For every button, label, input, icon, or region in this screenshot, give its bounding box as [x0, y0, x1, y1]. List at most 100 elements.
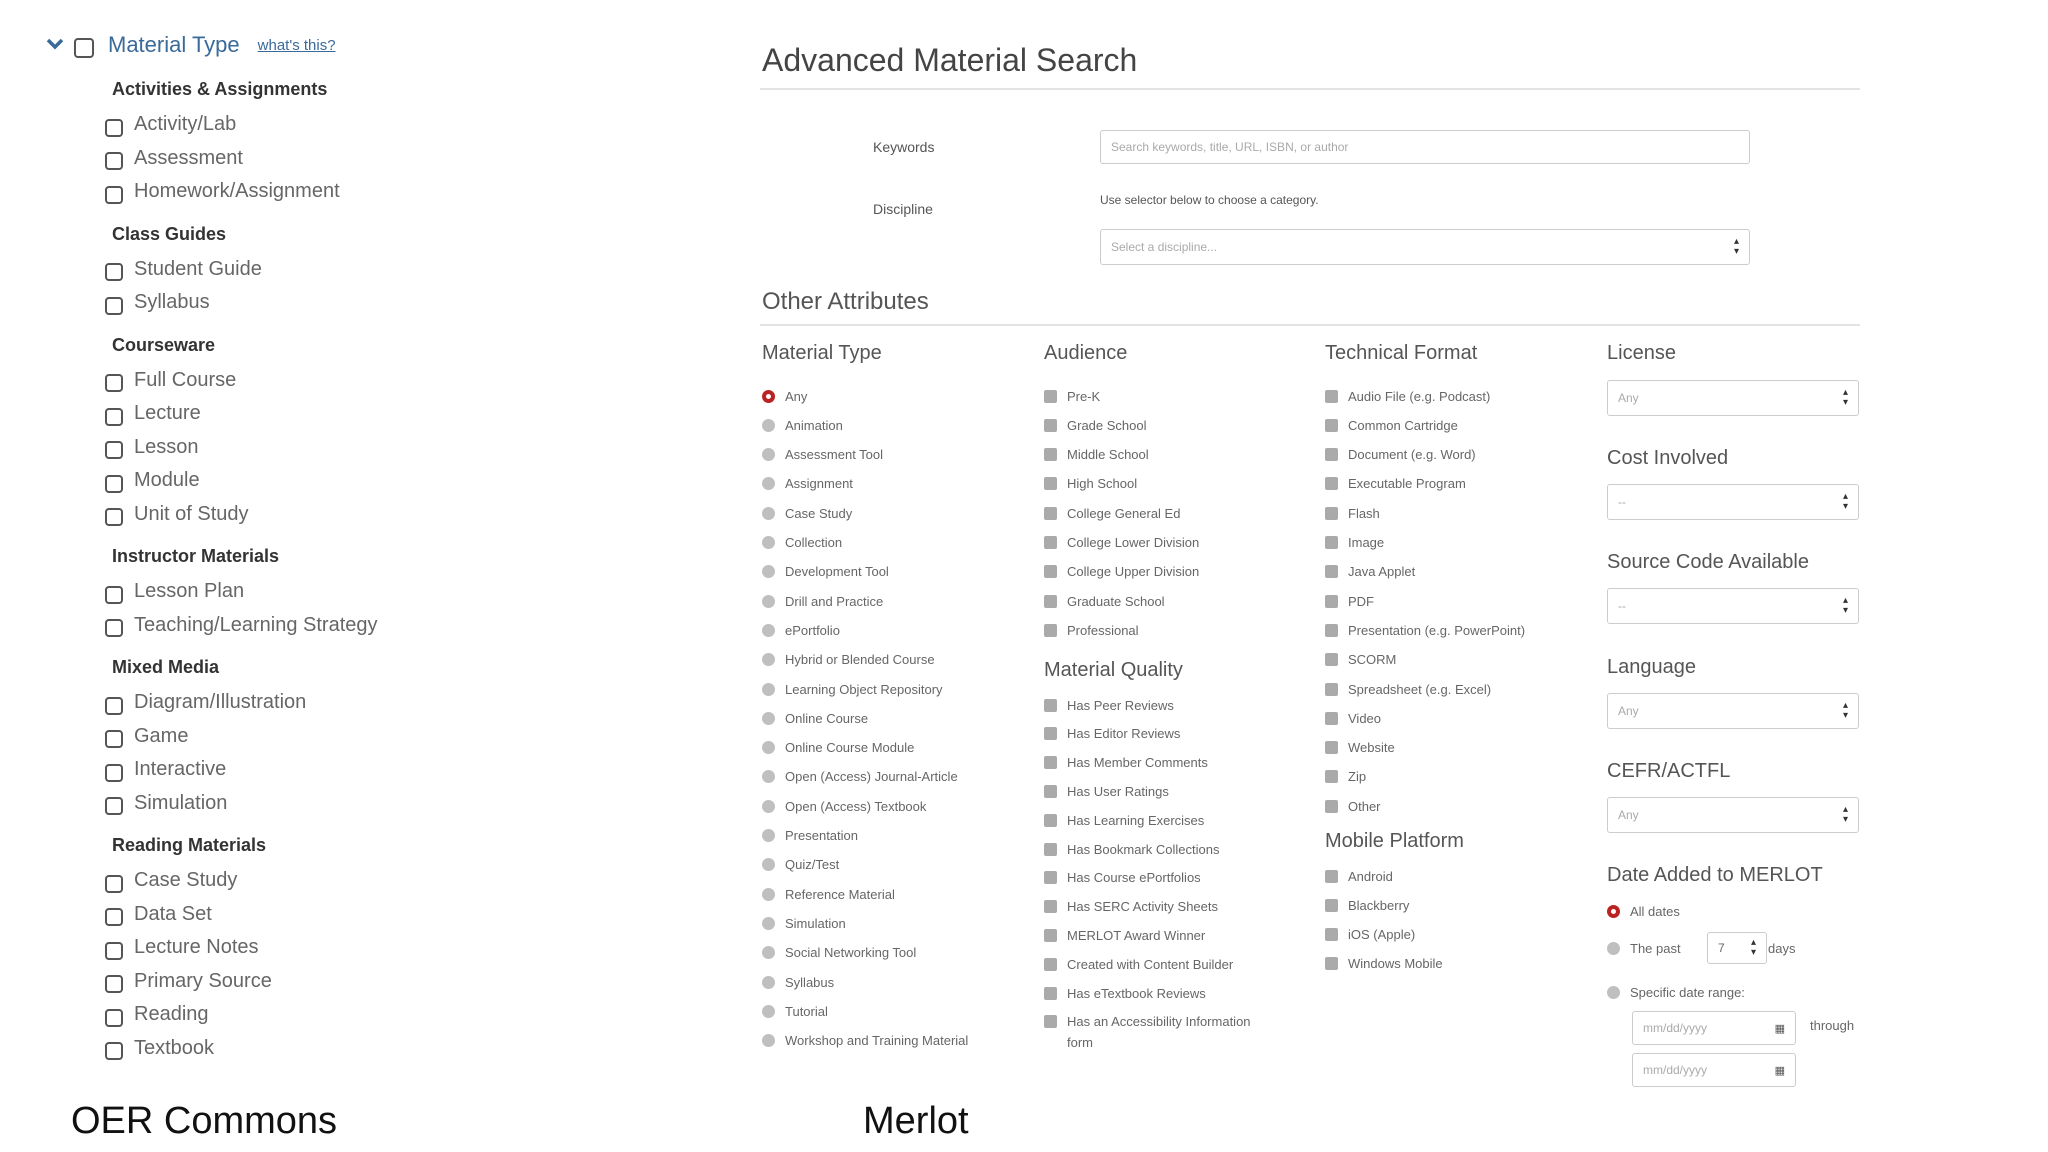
- checkbox[interactable]: [1325, 594, 1338, 608]
- mq-col-option[interactable]: Has an Accessibility Information: [1044, 1013, 1251, 1031]
- checkbox[interactable]: [1044, 957, 1057, 971]
- checkbox[interactable]: [105, 1008, 123, 1027]
- aud-col-option[interactable]: College General Ed: [1044, 504, 1180, 522]
- oer-checkbox-item[interactable]: Simulation: [105, 787, 545, 821]
- checkbox[interactable]: [1325, 957, 1338, 971]
- checkbox[interactable]: [1044, 900, 1057, 914]
- checkbox[interactable]: [105, 185, 123, 204]
- oer-checkbox-item[interactable]: Full Course: [105, 364, 545, 398]
- mt-col-option[interactable]: Case Study: [762, 504, 852, 522]
- checkbox[interactable]: [1044, 928, 1057, 942]
- oer-checkbox-item[interactable]: Lecture: [105, 397, 545, 431]
- mq-col-option[interactable]: Has SERC Activity Sheets: [1044, 898, 1218, 916]
- material-type-checkbox[interactable]: [74, 38, 94, 58]
- mt-col-option[interactable]: ePortfolio: [762, 621, 840, 639]
- aud-col-option[interactable]: College Lower Division: [1044, 534, 1199, 552]
- radio[interactable]: [762, 770, 775, 784]
- mt-col-option[interactable]: Open (Access) Journal-Article: [762, 768, 958, 786]
- checkbox[interactable]: [105, 152, 123, 171]
- mq-col-option[interactable]: Has Bookmark Collections: [1044, 840, 1219, 858]
- mt-col-option[interactable]: Learning Object Repository: [762, 680, 943, 698]
- aud-col-option[interactable]: Pre-K: [1044, 387, 1100, 405]
- aud-col-option[interactable]: Professional: [1044, 621, 1139, 639]
- mq-col-option[interactable]: Created with Content Builder: [1044, 955, 1233, 973]
- checkbox[interactable]: [105, 941, 123, 960]
- radio[interactable]: [762, 477, 775, 491]
- date-specific-option[interactable]: Specific date range:: [1607, 983, 1745, 1001]
- radio[interactable]: [762, 916, 775, 930]
- keywords-input[interactable]: Search keywords, title, URL, ISBN, or au…: [1100, 130, 1750, 164]
- checkbox[interactable]: [105, 1042, 123, 1061]
- radio[interactable]: [1607, 941, 1620, 955]
- mt-col-option[interactable]: Hybrid or Blended Course: [762, 651, 935, 669]
- checkbox[interactable]: [105, 619, 123, 638]
- aud-col-option[interactable]: Grade School: [1044, 416, 1147, 434]
- oer-checkbox-item[interactable]: Primary Source: [105, 965, 545, 999]
- mt-col-option[interactable]: Open (Access) Textbook: [762, 797, 926, 815]
- mp-col-option[interactable]: Windows Mobile: [1325, 955, 1443, 973]
- checkbox[interactable]: [105, 696, 123, 715]
- checkbox[interactable]: [1044, 623, 1057, 637]
- aud-col-option[interactable]: High School: [1044, 475, 1137, 493]
- mt-col-option[interactable]: Any: [762, 387, 807, 405]
- mt-col-option[interactable]: Quiz/Test: [762, 856, 839, 874]
- checkbox[interactable]: [1325, 477, 1338, 491]
- mt-col-option[interactable]: Collection: [762, 534, 842, 552]
- tf-col-option[interactable]: Website: [1325, 739, 1395, 757]
- checkbox[interactable]: [1044, 986, 1057, 1000]
- tf-col-option[interactable]: Other: [1325, 797, 1381, 815]
- radio[interactable]: [762, 506, 775, 520]
- checkbox[interactable]: [105, 585, 123, 604]
- radio[interactable]: [762, 1004, 775, 1018]
- oer-checkbox-item[interactable]: Game: [105, 720, 545, 754]
- oer-checkbox-item[interactable]: Student Guide: [105, 253, 545, 287]
- checkbox[interactable]: [1044, 594, 1057, 608]
- mt-col-option[interactable]: Assignment: [762, 475, 853, 493]
- oer-checkbox-item[interactable]: Data Set: [105, 898, 545, 932]
- license-select[interactable]: Any ▴ ▾: [1607, 380, 1859, 416]
- checkbox[interactable]: [1325, 928, 1338, 942]
- source-code-select[interactable]: -- ▴ ▾: [1607, 588, 1859, 624]
- checkbox[interactable]: [105, 763, 123, 782]
- tf-col-option[interactable]: Flash: [1325, 504, 1380, 522]
- checkbox[interactable]: [1044, 1015, 1057, 1029]
- radio[interactable]: [762, 799, 775, 813]
- aud-col-option[interactable]: Graduate School: [1044, 592, 1165, 610]
- mq-col-option[interactable]: Has Course ePortfolios: [1044, 869, 1201, 887]
- date-from-input[interactable]: mm/dd/yyyy ▦: [1632, 1011, 1796, 1045]
- oer-checkbox-item[interactable]: Diagram/Illustration: [105, 686, 545, 720]
- checkbox[interactable]: [105, 797, 123, 816]
- checkbox[interactable]: [1044, 418, 1057, 432]
- radio[interactable]: [762, 653, 775, 667]
- tf-col-option[interactable]: Spreadsheet (e.g. Excel): [1325, 680, 1491, 698]
- mq-col-option[interactable]: Has Peer Reviews: [1044, 696, 1174, 714]
- radio-selected[interactable]: [762, 389, 775, 403]
- tf-col-option[interactable]: Audio File (e.g. Podcast): [1325, 387, 1490, 405]
- radio[interactable]: [762, 975, 775, 989]
- date-all-option[interactable]: All dates: [1607, 902, 1680, 920]
- checkbox[interactable]: [105, 263, 123, 282]
- oer-checkbox-item[interactable]: Case Study: [105, 864, 545, 898]
- mt-col-option[interactable]: Tutorial: [762, 1002, 828, 1020]
- date-to-input[interactable]: mm/dd/yyyy ▦: [1632, 1053, 1796, 1087]
- radio[interactable]: [762, 682, 775, 696]
- checkbox[interactable]: [1325, 711, 1338, 725]
- calendar-icon[interactable]: ▦: [1775, 1022, 1785, 1035]
- checkbox[interactable]: [1325, 448, 1338, 462]
- mt-col-option[interactable]: Workshop and Training Material: [762, 1032, 968, 1050]
- mp-col-option[interactable]: iOS (Apple): [1325, 926, 1415, 944]
- mt-col-option[interactable]: Animation: [762, 416, 843, 434]
- mq-col-option[interactable]: Has Member Comments: [1044, 754, 1208, 772]
- radio[interactable]: [762, 594, 775, 608]
- mt-col-option[interactable]: Assessment Tool: [762, 446, 883, 464]
- radio[interactable]: [762, 858, 775, 872]
- calendar-icon[interactable]: ▦: [1775, 1064, 1785, 1077]
- oer-checkbox-item[interactable]: Activity/Lab: [105, 108, 545, 142]
- checkbox[interactable]: [1325, 741, 1338, 755]
- checkbox[interactable]: [1044, 477, 1057, 491]
- checkbox[interactable]: [1044, 565, 1057, 579]
- tf-col-option[interactable]: Presentation (e.g. PowerPoint): [1325, 621, 1525, 639]
- radio[interactable]: [1607, 985, 1620, 999]
- oer-checkbox-item[interactable]: Lesson Plan: [105, 575, 545, 609]
- oer-checkbox-item[interactable]: Syllabus: [105, 286, 545, 320]
